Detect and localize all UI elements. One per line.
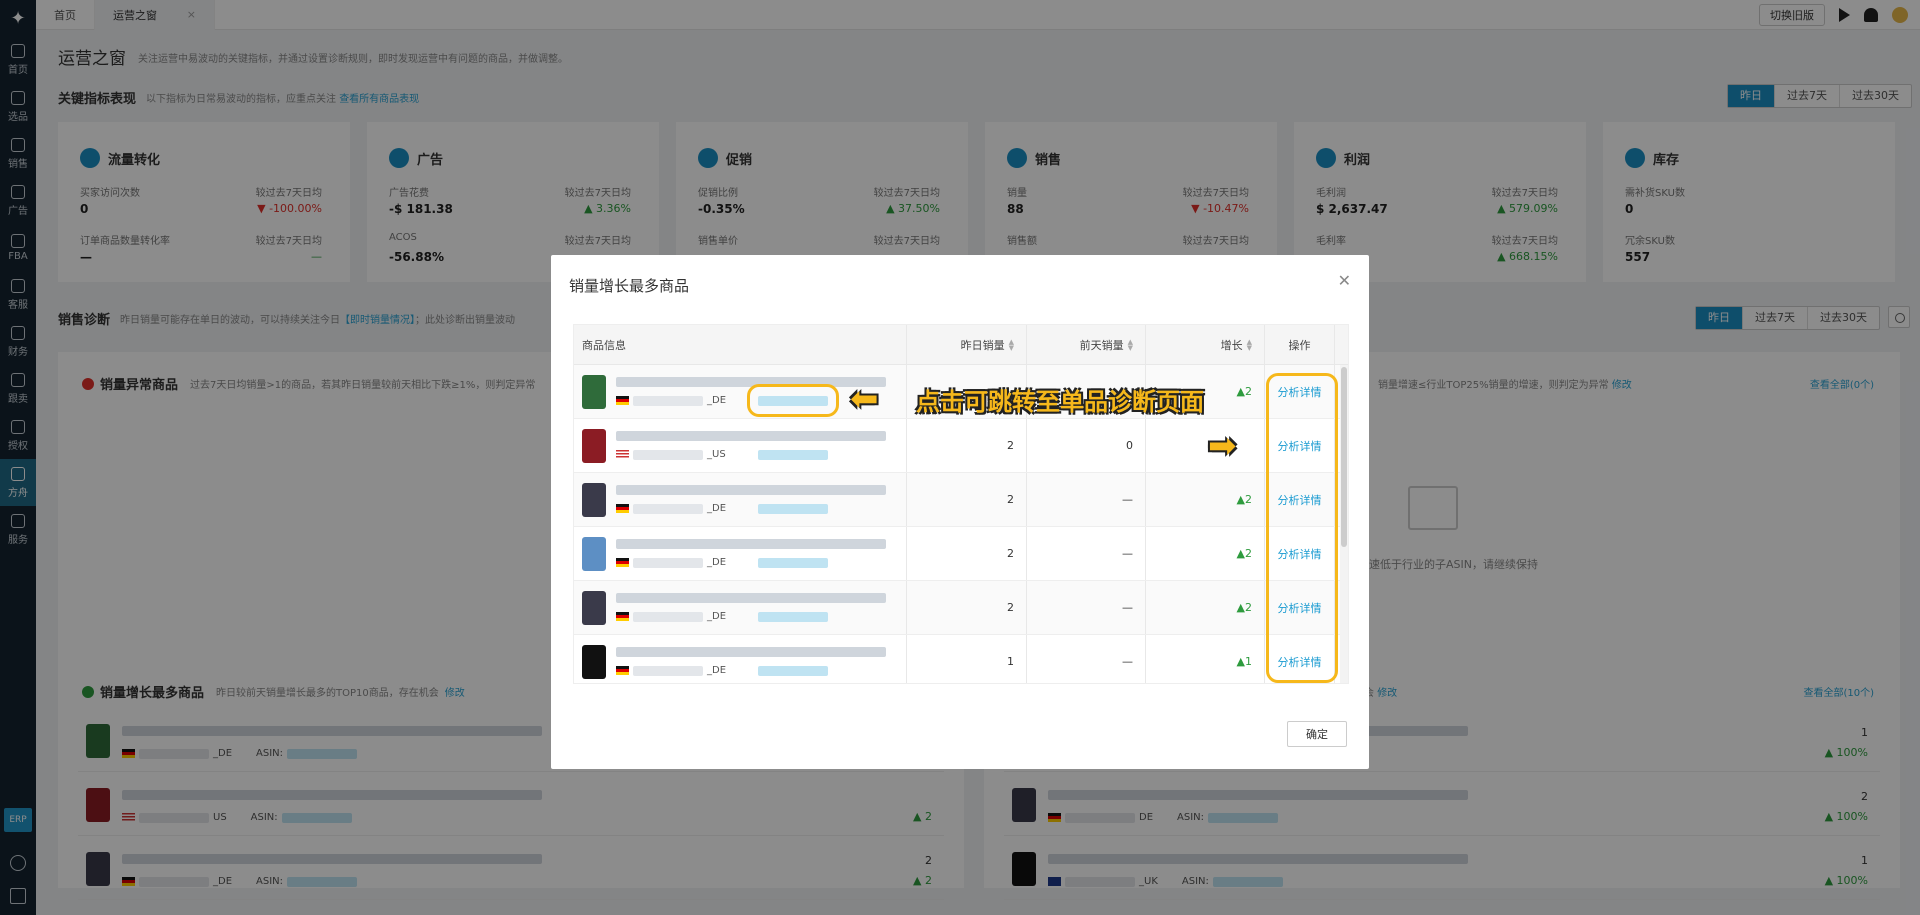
product-info: _US <box>582 428 886 463</box>
asin-link[interactable] <box>758 503 829 514</box>
table-scrollbar[interactable] <box>1340 365 1348 683</box>
up-arrow-icon: ▲ <box>1236 601 1245 614</box>
close-icon[interactable]: ✕ <box>1338 271 1351 290</box>
col-action: 操作 <box>1265 325 1335 364</box>
flag-icon <box>616 666 629 675</box>
up-arrow-icon: ▲ <box>1236 493 1245 506</box>
product-title-blurred <box>616 431 886 441</box>
up-arrow-icon: ▲ <box>1236 547 1245 560</box>
table-row: _DE 2— ▲ 2 分析详情 <box>574 473 1348 527</box>
up-arrow-icon: ▲ <box>1236 385 1245 398</box>
product-info: _DE <box>582 644 886 679</box>
sort-icon[interactable]: ▲ ▼ <box>1247 338 1252 351</box>
product-title-blurred <box>616 539 886 549</box>
product-info: _DE <box>582 374 886 409</box>
product-thumbnail <box>582 374 606 409</box>
flag-icon <box>616 504 629 513</box>
dialog-title: 销量增长最多商品 <box>569 277 690 295</box>
sort-icon[interactable]: ▲ ▼ <box>1009 338 1014 351</box>
top-growth-products-dialog: 销量增长最多商品 ✕ 商品信息 昨日销量 ▲ ▼ 前天销量 ▲ ▼ 增长 ▲ ▼ 操作 _D… <box>551 255 1369 769</box>
flag-icon <box>616 396 629 405</box>
product-thumbnail <box>582 482 606 517</box>
annotation-asin-highlight <box>747 384 839 417</box>
table-row: _DE 2— ▲ 2 分析详情 <box>574 527 1348 581</box>
product-info: _DE <box>582 482 886 517</box>
flag-icon <box>616 450 629 459</box>
table-header: 商品信息 昨日销量 ▲ ▼ 前天销量 ▲ ▼ 增长 ▲ ▼ 操作 <box>574 325 1348 365</box>
table-row: _DE 2— ▲ 2 分析详情 <box>574 581 1348 635</box>
product-thumbnail <box>582 644 606 679</box>
product-title-blurred <box>616 593 886 603</box>
product-info: _DE <box>582 590 886 625</box>
table-row: _DE 1— ▲ 1 分析详情 <box>574 635 1348 683</box>
product-thumbnail <box>582 428 606 463</box>
asin-link[interactable] <box>757 449 828 460</box>
col-growth[interactable]: 增长 ▲ ▼ <box>1146 325 1265 364</box>
col-product-info: 商品信息 <box>574 325 907 364</box>
product-thumbnail <box>582 536 606 571</box>
asin-link[interactable] <box>758 611 829 622</box>
sort-icon[interactable]: ▲ ▼ <box>1128 338 1133 351</box>
annotation-action-highlight <box>1266 373 1338 683</box>
product-title-blurred <box>616 647 886 657</box>
flag-icon <box>616 558 629 567</box>
right-arrow-icon: ➡ <box>1208 426 1237 466</box>
left-arrow-icon: ⬅ <box>850 379 879 419</box>
product-title-blurred <box>616 485 886 495</box>
asin-link[interactable] <box>758 665 829 676</box>
asin-link[interactable] <box>758 557 829 568</box>
annotation-text: 点击可跳转至单品诊断页面 <box>916 388 1204 416</box>
col-yesterday-sales[interactable]: 昨日销量 ▲ ▼ <box>907 325 1027 364</box>
product-thumbnail <box>582 590 606 625</box>
col-day-before-sales[interactable]: 前天销量 ▲ ▼ <box>1027 325 1146 364</box>
flag-icon <box>616 612 629 621</box>
product-info: _DE <box>582 536 886 571</box>
up-arrow-icon: ▲ <box>1236 655 1245 668</box>
products-table: 商品信息 昨日销量 ▲ ▼ 前天销量 ▲ ▼ 增长 ▲ ▼ 操作 _DE ▲ 2 分析详情 _US… <box>573 324 1349 684</box>
confirm-button[interactable]: 确定 <box>1287 721 1347 747</box>
